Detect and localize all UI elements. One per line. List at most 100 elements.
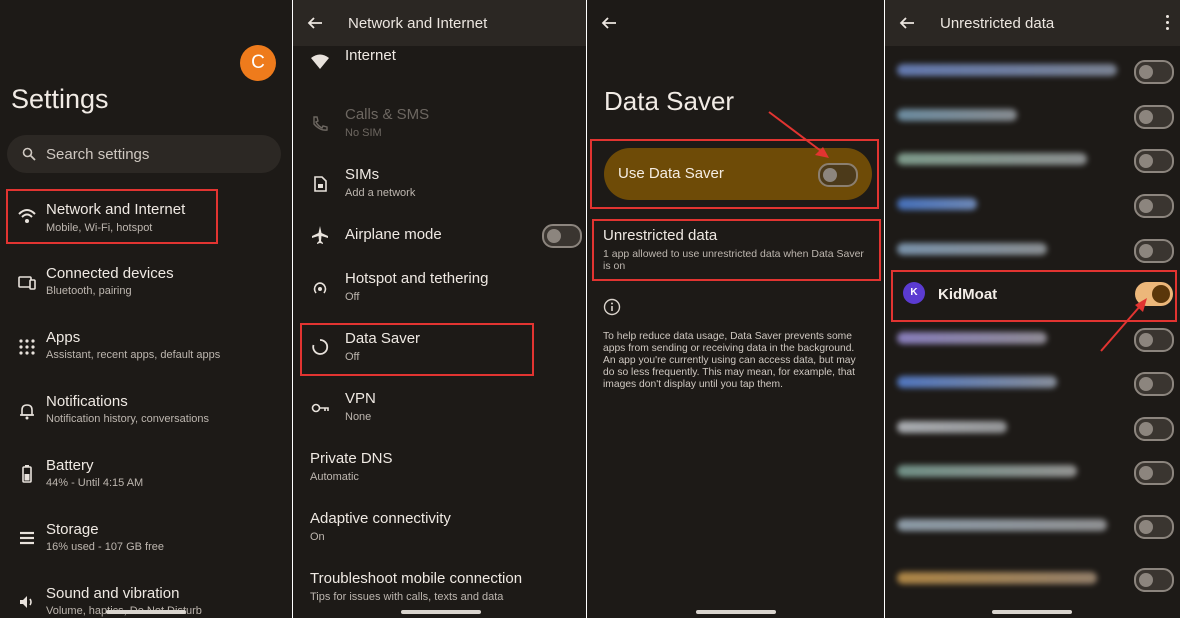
blurred-app-row[interactable] [885,362,1180,402]
settings-panel: C Settings Search settings Network and I… [0,0,292,618]
airplane-mode-toggle[interactable] [542,224,582,248]
item-subtitle: Bluetooth, pairing [46,285,132,297]
app-toggle[interactable] [1134,515,1174,539]
devices-icon [18,276,36,290]
app-toggle[interactable] [1134,461,1174,485]
annotation-arrow [1100,298,1147,352]
settings-item-battery[interactable]: Battery 44% - Until 4:15 AM [0,454,292,494]
settings-item-notifications[interactable]: Notifications Notification history, conv… [0,390,292,430]
network-item-airplane[interactable]: Airplane mode [293,224,586,248]
item-subtitle: 44% - Until 4:15 AM [46,477,144,489]
app-toggle[interactable] [1134,239,1174,263]
app-bar: Network and Internet [293,0,586,46]
item-title: Airplane mode [345,226,442,243]
network-item-sims[interactable]: SIMs Add a network [293,166,586,206]
app-bar-title: Network and Internet [348,15,488,32]
item-title: Storage [46,521,99,538]
volume-icon [20,596,32,608]
back-arrow-icon[interactable] [305,13,325,33]
item-title: Troubleshoot mobile connection [310,570,523,587]
item-title: Private DNS [310,450,393,467]
hotspot-icon [313,282,327,294]
item-subtitle: Assistant, recent apps, default apps [46,349,221,361]
calls-sms-icon [313,116,328,131]
item-subtitle: Tips for issues with calls, texts and da… [310,591,504,603]
network-item-calls-sms: Calls & SMS No SIM [293,106,586,146]
network-panel: Network and Internet Internet Calls & SM… [293,0,586,618]
item-subtitle: Notification history, conversations [46,413,210,425]
data-saver-panel: Data Saver Use Data Saver Unrestricted d… [587,0,884,618]
blurred-app-row[interactable] [885,184,1180,224]
account-avatar[interactable]: C [240,45,276,81]
item-subtitle: No SIM [345,127,382,139]
blurred-app-row[interactable] [885,229,1180,269]
app-toggle[interactable] [1134,60,1174,84]
blurred-app-row[interactable] [885,505,1180,545]
item-title: Notifications [46,393,128,410]
item-title: SIMs [345,166,380,183]
blurred-app-row[interactable] [885,558,1180,598]
unrestricted-data-panel: Unrestricted data K KidMoat [885,0,1180,618]
network-item-adaptive[interactable]: Adaptive connectivity On [293,510,586,550]
item-title: Hotspot and tethering [345,270,489,287]
item-title: Battery [46,457,94,474]
item-title: Apps [46,329,81,346]
bell-icon [20,404,34,420]
annotation-arrow [768,111,829,158]
settings-item-storage[interactable]: Storage 16% used - 107 GB free [0,518,292,558]
page-title: Settings [11,84,109,114]
app-toggle[interactable] [1134,105,1174,129]
app-toggle[interactable] [1134,417,1174,441]
search-input[interactable]: Search settings [7,135,281,173]
item-title: Adaptive connectivity [310,510,451,527]
search-icon [22,147,36,161]
item-subtitle: On [310,531,325,543]
gesture-bar [106,610,186,614]
app-toggle[interactable] [1134,194,1174,218]
search-placeholder: Search settings [46,146,150,163]
battery-icon [22,465,32,483]
blurred-app-row[interactable] [885,139,1180,179]
gesture-bar [696,610,776,614]
item-subtitle: 16% used - 107 GB free [46,541,165,553]
item-title: Calls & SMS [345,106,430,123]
app-bar: Unrestricted data [885,0,1180,46]
page-title: Data Saver [604,86,735,116]
item-title: VPN [345,390,376,407]
gesture-bar [401,610,481,614]
back-arrow-icon[interactable] [599,13,619,33]
settings-item-apps[interactable]: Apps Assistant, recent apps, default app… [0,326,292,366]
vpn-key-icon [311,403,329,413]
more-options-icon[interactable] [1166,15,1170,33]
app-toggle[interactable] [1134,568,1174,592]
app-toggle[interactable] [1134,372,1174,396]
app-bar [587,0,884,46]
network-item-troubleshoot[interactable]: Troubleshoot mobile connection Tips for … [293,570,586,610]
item-subtitle: Off [345,291,360,303]
wifi-icon [311,54,329,69]
info-icon [603,298,621,316]
gesture-bar [992,610,1072,614]
settings-item-connected-devices[interactable]: Connected devices Bluetooth, pairing [0,262,292,302]
item-title: Internet [345,47,396,64]
blurred-app-row[interactable] [885,407,1180,447]
highlight-box [300,323,534,376]
app-toggle[interactable] [1134,149,1174,173]
network-item-private-dns[interactable]: Private DNS Automatic [293,450,586,490]
storage-icon [20,531,34,545]
network-item-vpn[interactable]: VPN None [293,390,586,430]
sim-icon [314,176,327,192]
data-saver-description: To help reduce data usage, Data Saver pr… [603,331,856,390]
item-title: Sound and vibration [46,585,180,602]
item-subtitle: Automatic [310,471,359,483]
network-item-internet[interactable]: Internet [293,46,586,76]
blurred-app-row[interactable] [885,50,1180,90]
blurred-app-row[interactable] [885,95,1180,135]
network-item-hotspot[interactable]: Hotspot and tethering Off [293,270,586,310]
item-title: Connected devices [46,265,174,282]
item-subtitle: Add a network [345,187,416,199]
highlight-box [592,219,881,281]
blurred-app-row[interactable] [885,451,1180,491]
back-arrow-icon[interactable] [897,13,917,33]
apps-grid-icon [19,339,35,355]
